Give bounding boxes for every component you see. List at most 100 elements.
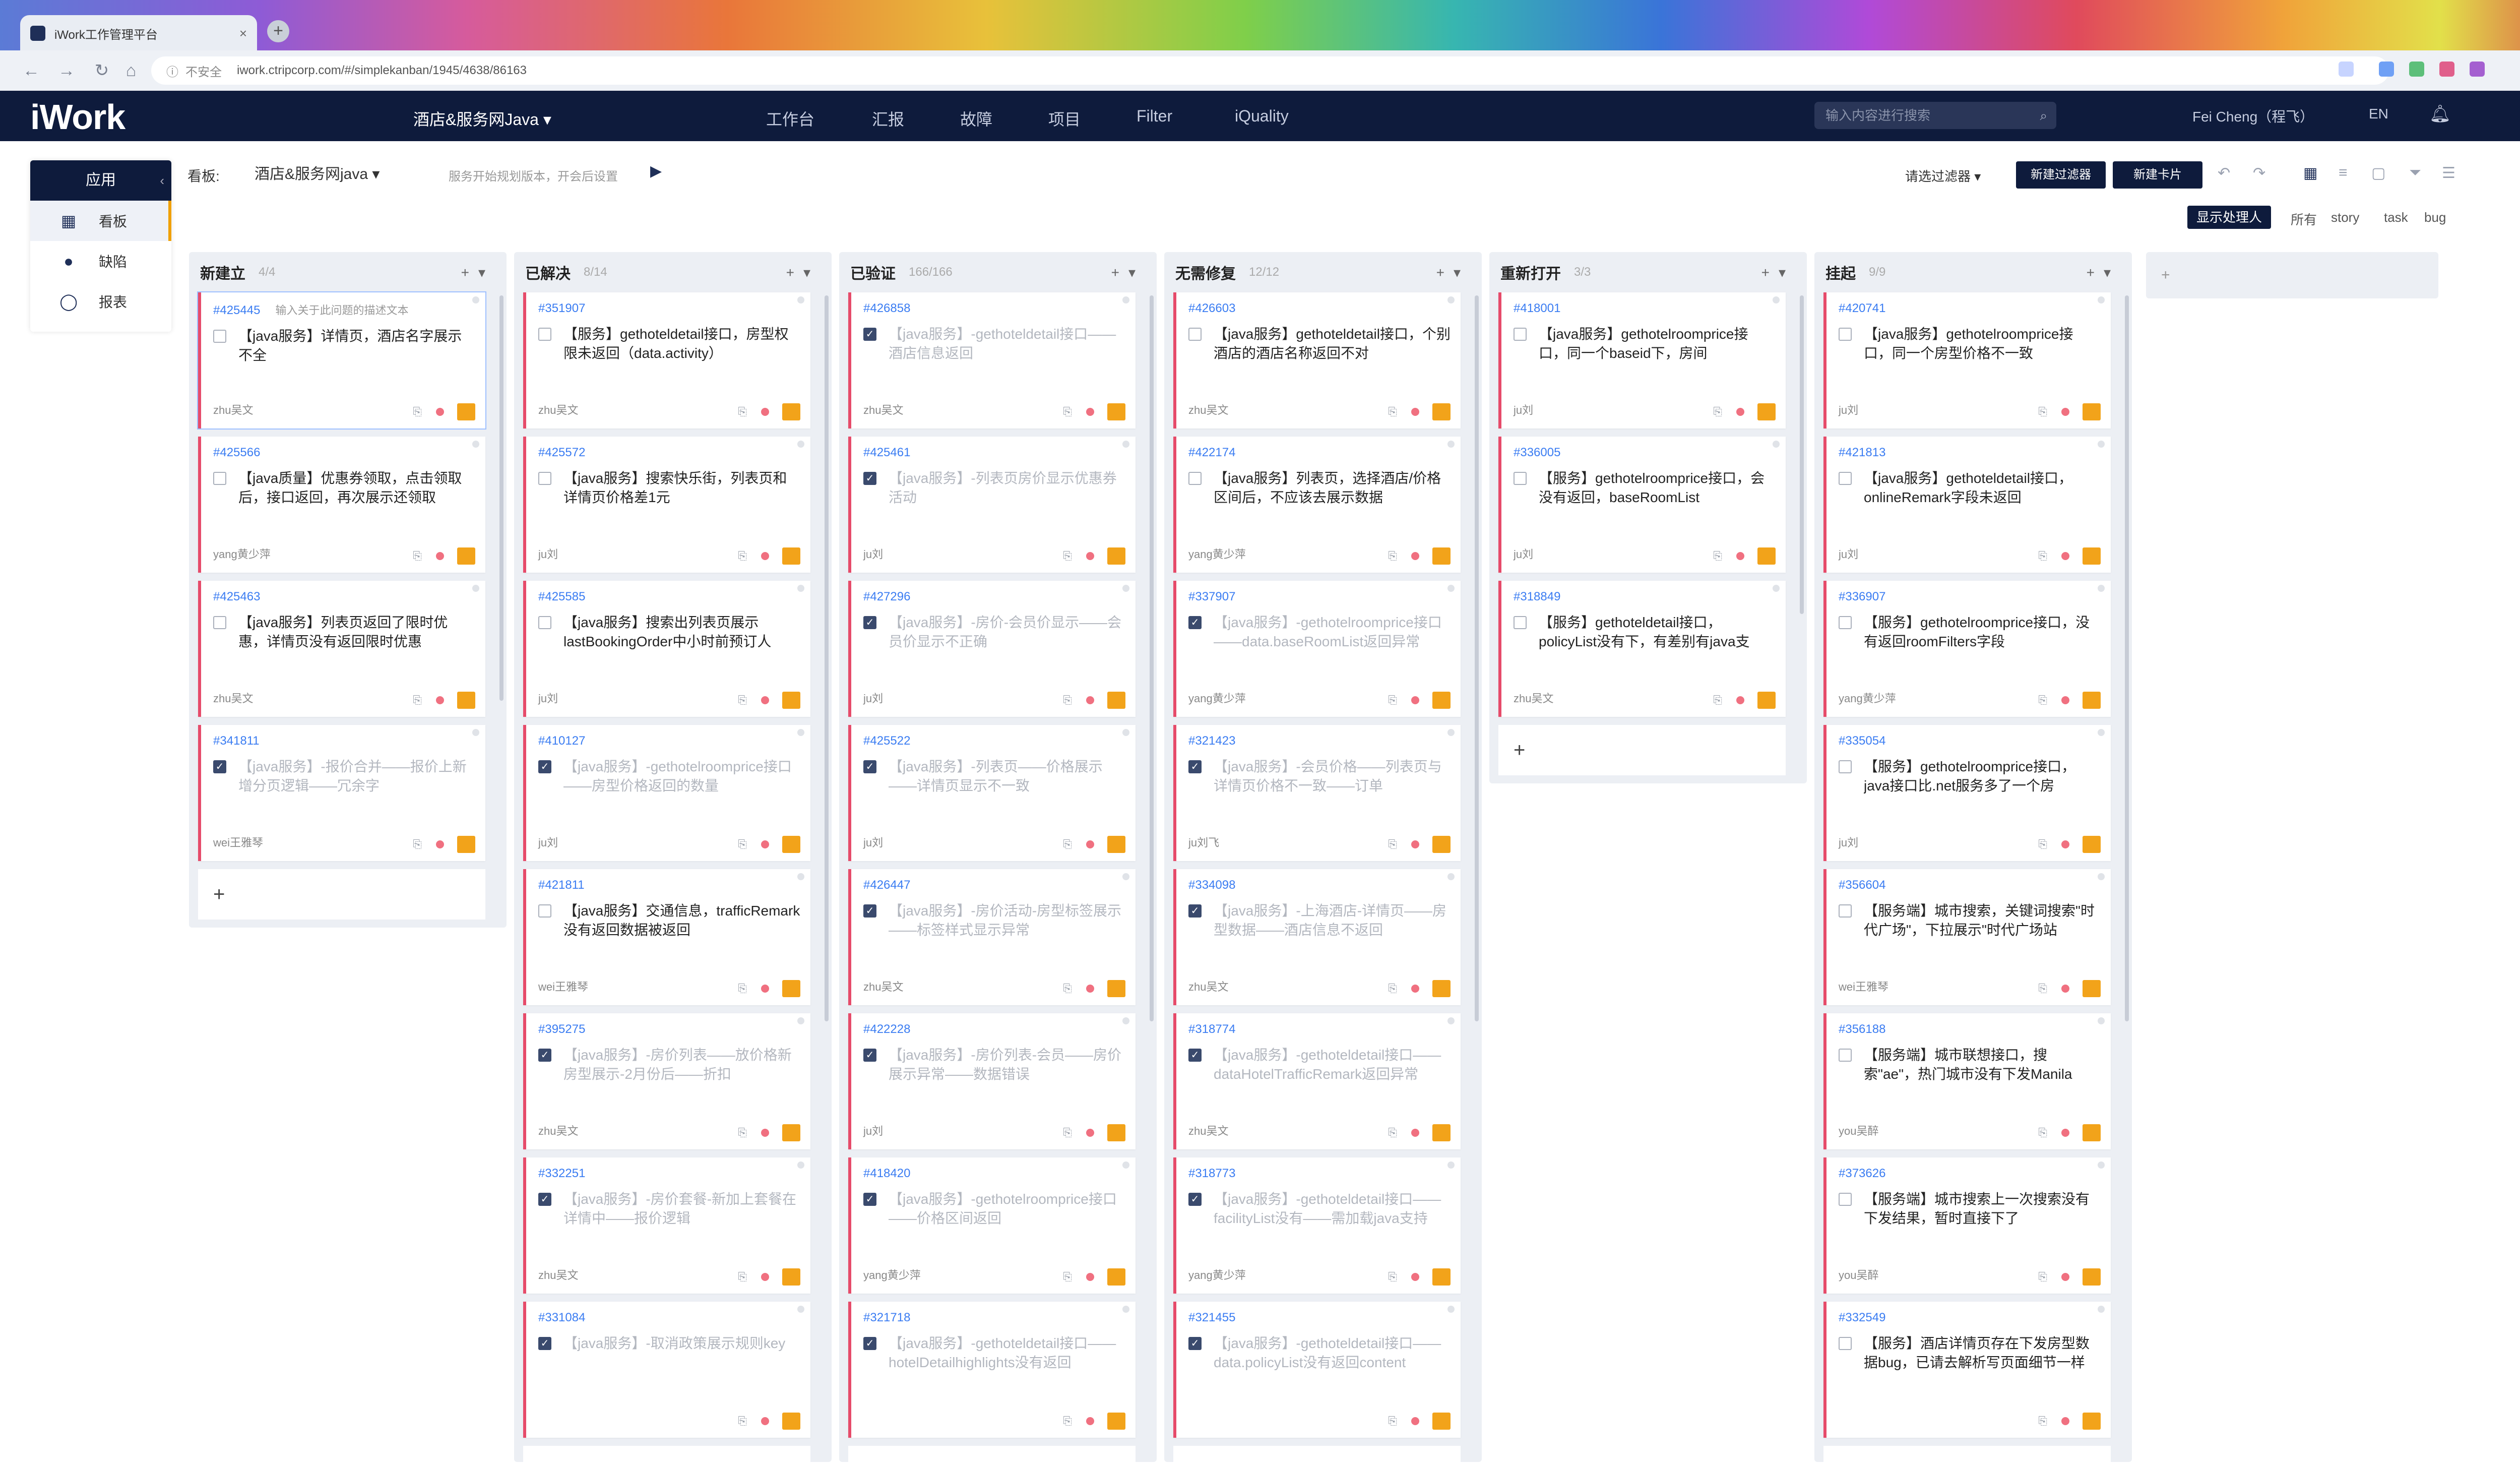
attachment-icon[interactable]: ⎘ <box>413 549 422 563</box>
nav-project[interactable]: 项目 <box>1048 107 1081 130</box>
add-card-icon[interactable]: + <box>1436 265 1454 280</box>
filter-icon[interactable]: ⏷ <box>2409 164 2421 181</box>
card-checkbox[interactable] <box>863 1049 876 1062</box>
add-card-button[interactable]: + <box>1498 725 1786 775</box>
card-title[interactable]: 【java服务】-gethotelroomprice接口——价格区间返回 <box>889 1190 1125 1229</box>
card-title[interactable]: 【java服务】-报价合并——报价上新增分页逻辑——冗余字 <box>238 757 475 797</box>
board-name-select[interactable]: 酒店&服务网java ▾ <box>255 161 380 184</box>
card-checkbox[interactable] <box>1188 472 1202 485</box>
board-selector[interactable]: 酒店&服务网Java ▾ <box>413 107 551 130</box>
kanban-card[interactable]: #356188 【服务端】城市联想接口，搜索"ae"，热门城市没有下发Manila… <box>1823 1013 2111 1149</box>
kanban-card[interactable]: #425572 【java服务】搜索快乐街，列表页和详情页价格差1元 ju刘 ⎘ <box>523 437 810 573</box>
assignee-avatar[interactable] <box>782 980 800 997</box>
column-view-icon[interactable]: ▢ <box>2371 164 2385 182</box>
card-checkbox[interactable] <box>1514 616 1527 629</box>
attachment-icon[interactable]: ⎘ <box>1063 838 1072 851</box>
card-title[interactable]: 【java服务】-列表页——价格展示——详情页显示不一致 <box>889 757 1125 797</box>
card-menu-icon[interactable] <box>797 1162 804 1169</box>
assignee-avatar[interactable] <box>2083 836 2101 853</box>
card-title[interactable]: 【java服务】-房价-会员价显示——会员价显示不正确 <box>889 613 1125 652</box>
kanban-card[interactable]: #421811 【java服务】交通信息，trafficRemark没有返回数据被… <box>523 869 810 1005</box>
sidebar-item-board[interactable]: ▦ 看板 <box>30 201 171 241</box>
card-title[interactable]: 【java服务】gethoteldetail接口，个别酒店的酒店名称返回不对 <box>1214 325 1451 364</box>
attachment-icon[interactable]: ⎘ <box>1388 549 1397 563</box>
assignee-avatar[interactable] <box>457 692 475 709</box>
type-tab-task[interactable]: task <box>2384 210 2408 225</box>
sidebar-item-bug[interactable]: ● 缺陷 <box>30 241 171 281</box>
card-checkbox[interactable] <box>1839 1193 1852 1206</box>
add-card-button[interactable]: + <box>198 869 485 920</box>
card-title[interactable]: 【java服务】-房价活动-房型标签展示——标签样式显示异常 <box>889 901 1125 941</box>
card-checkbox[interactable] <box>213 330 226 343</box>
type-tab-bug[interactable]: bug <box>2424 210 2446 225</box>
card-checkbox[interactable] <box>1188 328 1202 341</box>
assignee-avatar[interactable] <box>2083 980 2101 997</box>
search-input[interactable]: 输入内容进行搜索 ⌕ <box>1814 102 2056 129</box>
card-menu-icon[interactable] <box>472 296 479 303</box>
assignee-avatar[interactable] <box>1432 403 1451 420</box>
assignee-avatar[interactable] <box>782 836 800 853</box>
search-icon[interactable]: ⌕ <box>2040 102 2047 129</box>
assignee-avatar[interactable] <box>1432 1124 1451 1141</box>
add-card-icon[interactable]: + <box>1761 265 1779 280</box>
attachment-icon[interactable]: ⎘ <box>413 405 422 418</box>
extension-icon[interactable] <box>2409 62 2424 77</box>
kanban-card[interactable]: #341811 【java服务】-报价合并——报价上新增分页逻辑——冗余字 wei王… <box>198 725 485 861</box>
kanban-card[interactable]: #426447 【java服务】-房价活动-房型标签展示——标签样式显示异常 zhu… <box>848 869 1136 1005</box>
assignee-avatar[interactable] <box>1107 980 1125 997</box>
card-menu-icon[interactable] <box>1122 296 1129 303</box>
column-scrollbar[interactable] <box>1800 295 1804 615</box>
card-menu-icon[interactable] <box>1447 873 1455 880</box>
card-id-link[interactable]: #336005 <box>1514 446 1560 459</box>
home-icon[interactable]: ⌂ <box>120 59 142 82</box>
kanban-card[interactable]: #422174 【java服务】列表页，选择酒店/价格区间后，不应该去展示数据 ya… <box>1173 437 1461 573</box>
kanban-card[interactable]: #318774 【java服务】-gethoteldetail接口——dataHo… <box>1173 1013 1461 1149</box>
card-id-link[interactable]: #426447 <box>863 878 910 892</box>
assignee-avatar[interactable] <box>1107 547 1125 565</box>
assignee-avatar[interactable] <box>2083 1413 2101 1430</box>
card-menu-icon[interactable] <box>2098 441 2105 448</box>
card-title[interactable]: 【java服务】-gethoteldetail接口——酒店信息返回 <box>889 325 1125 364</box>
card-checkbox[interactable] <box>1514 328 1527 341</box>
card-menu-icon[interactable] <box>1447 729 1455 736</box>
card-menu-icon[interactable] <box>1447 1306 1455 1313</box>
card-checkbox[interactable] <box>863 1337 876 1350</box>
assignee-avatar[interactable] <box>2083 1124 2101 1141</box>
card-title[interactable]: 【服务端】城市搜索上一次搜索没有下发结果，暂时直接下了 <box>1864 1190 2101 1229</box>
column-menu-icon[interactable]: ▾ <box>803 265 820 280</box>
extension-icon[interactable] <box>2379 62 2394 77</box>
attachment-icon[interactable]: ⎘ <box>2038 405 2047 418</box>
redo-icon[interactable]: ↷ <box>2253 164 2265 182</box>
card-title[interactable]: 【java服务】搜索快乐街，列表页和详情页价格差1元 <box>563 469 800 508</box>
settings-icon[interactable]: ☰ <box>2442 164 2455 182</box>
card-checkbox[interactable] <box>538 1049 551 1062</box>
kanban-card[interactable]: #321455 【java服务】-gethoteldetail接口——data.p… <box>1173 1302 1461 1438</box>
attachment-icon[interactable]: ⎘ <box>738 694 747 707</box>
show-assignee-button[interactable]: 显示处理人 <box>2187 206 2272 229</box>
card-title[interactable]: 【java服务】-gethoteldetail接口——facilityList没… <box>1214 1190 1451 1229</box>
card-title[interactable]: 【服务端】城市联想接口，搜索"ae"，热门城市没有下发Manila <box>1864 1046 2101 1085</box>
card-id-link[interactable]: #425461 <box>863 446 910 459</box>
card-checkbox[interactable] <box>1514 472 1527 485</box>
forward-icon[interactable]: → <box>55 59 78 82</box>
card-menu-icon[interactable] <box>1122 1017 1129 1024</box>
attachment-icon[interactable]: ⎘ <box>738 549 747 563</box>
language-toggle[interactable]: EN <box>2369 106 2388 122</box>
card-title[interactable]: 【java服务】-房价套餐-新加上套餐在详情中——报价逻辑 <box>563 1190 800 1229</box>
kanban-card[interactable]: #420741 【java服务】gethotelroomprice接口，同一个房型… <box>1823 292 2111 429</box>
kanban-card[interactable]: #334098 【java服务】-上海酒店-详情页——房型数据——酒店信息不返回 z… <box>1173 869 1461 1005</box>
column-scrollbar[interactable] <box>1475 295 1479 1021</box>
card-id-link[interactable]: #356188 <box>1839 1022 1885 1036</box>
card-menu-icon[interactable] <box>2098 585 2105 592</box>
card-id-link[interactable]: #341811 <box>213 734 260 748</box>
reload-icon[interactable]: ↻ <box>91 59 113 82</box>
card-menu-icon[interactable] <box>472 729 479 736</box>
add-card-button[interactable]: + <box>848 1446 1136 1462</box>
card-menu-icon[interactable] <box>797 1306 804 1313</box>
kanban-card[interactable]: #335054 【服务】gethotelroomprice接口，java接口比.n… <box>1823 725 2111 861</box>
card-menu-icon[interactable] <box>1122 873 1129 880</box>
card-checkbox[interactable] <box>538 1337 551 1350</box>
card-title[interactable]: 【服务】gethotelroomprice接口，没有返回roomFilters字… <box>1864 613 2101 652</box>
card-menu-icon[interactable] <box>2098 1162 2105 1169</box>
card-checkbox[interactable] <box>538 472 551 485</box>
